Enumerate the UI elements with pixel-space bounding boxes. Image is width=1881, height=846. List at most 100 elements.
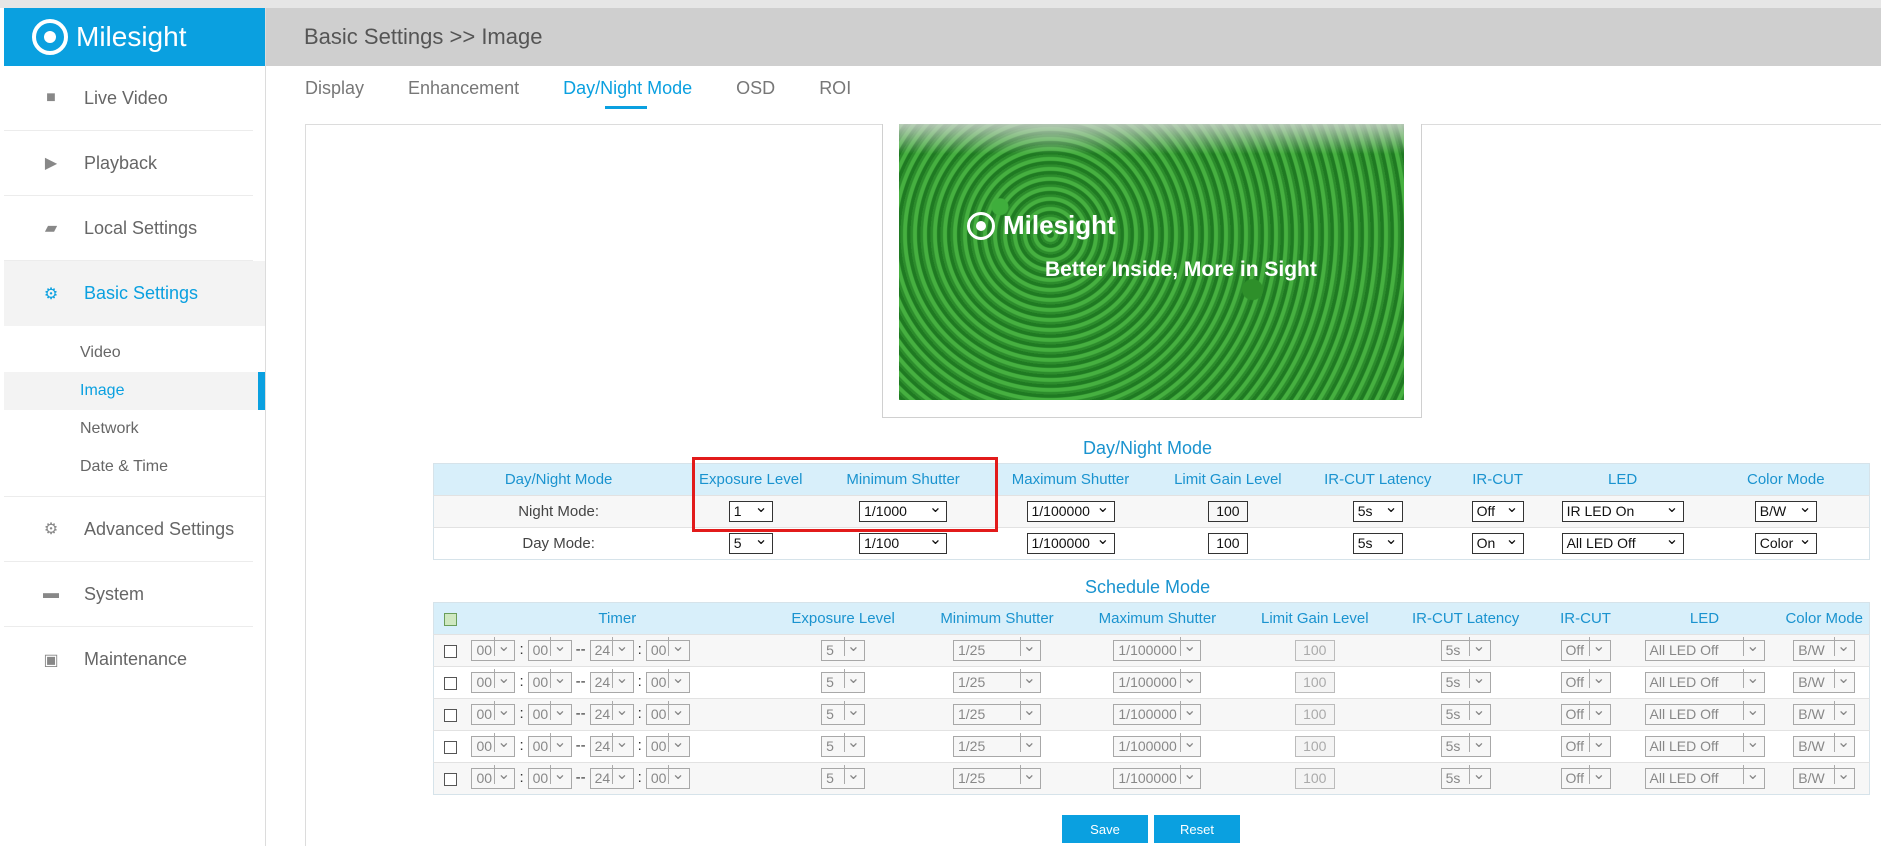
schedule-exposure-select[interactable]: 5 xyxy=(821,669,866,693)
day-exposure-select[interactable]: 5 xyxy=(728,530,773,554)
end-hour-select[interactable]: 24 xyxy=(589,733,634,757)
schedule-row-checkbox[interactable] xyxy=(444,708,458,722)
schedule-row-checkbox[interactable] xyxy=(444,740,458,754)
tab-enhancement[interactable]: Enhancement xyxy=(408,78,519,109)
day-max-shutter-select[interactable]: 1/100000 xyxy=(1026,530,1115,554)
night-latency-select[interactable]: 5s xyxy=(1352,498,1403,522)
tab-roi[interactable]: ROI xyxy=(819,78,851,109)
select-all-checkbox[interactable] xyxy=(444,612,458,626)
schedule-max-shutter-select[interactable]: 1/100000 xyxy=(1113,669,1202,693)
end-hour-select[interactable]: 24 xyxy=(589,637,634,661)
schedule-color-select[interactable]: B/W xyxy=(1793,733,1856,757)
night-color-select[interactable]: B/W xyxy=(1754,498,1817,522)
end-hour-select[interactable]: 24 xyxy=(589,765,634,789)
night-led-select[interactable]: IR LED On xyxy=(1561,498,1684,522)
schedule-color-select[interactable]: B/W xyxy=(1793,701,1856,725)
reset-button[interactable]: Reset xyxy=(1154,815,1240,843)
start-minute-select[interactable]: 00 xyxy=(527,701,572,725)
schedule-gain-input[interactable]: 100 xyxy=(1294,640,1335,661)
day-latency-select[interactable]: 5s xyxy=(1352,530,1403,554)
day-min-shutter-select[interactable]: 1/100 xyxy=(859,530,948,554)
schedule-led-select[interactable]: All LED Off xyxy=(1644,669,1765,693)
submenu-item-date-time[interactable]: Date & Time xyxy=(4,448,265,486)
sidebar-item-local-settings[interactable]: ▰ Local Settings xyxy=(4,196,253,261)
end-hour-select[interactable]: 24 xyxy=(589,701,634,725)
submenu-item-network[interactable]: Network xyxy=(4,410,265,448)
schedule-latency-select[interactable]: 5s xyxy=(1440,733,1491,757)
schedule-latency-select[interactable]: 5s xyxy=(1440,669,1491,693)
night-ircut-select[interactable]: Off xyxy=(1471,498,1524,522)
schedule-row-checkbox[interactable] xyxy=(444,644,458,658)
start-minute-select[interactable]: 00 xyxy=(527,669,572,693)
start-hour-select[interactable]: 00 xyxy=(471,669,516,693)
schedule-ircut-select[interactable]: Off xyxy=(1560,733,1611,757)
start-minute-select[interactable]: 00 xyxy=(527,733,572,757)
tab-day-night-mode[interactable]: Day/Night Mode xyxy=(563,78,692,109)
night-max-shutter-select[interactable]: 1/100000 xyxy=(1026,498,1115,522)
submenu-item-image[interactable]: Image xyxy=(4,372,265,410)
end-minute-select[interactable]: 00 xyxy=(645,733,690,757)
end-minute-select[interactable]: 00 xyxy=(645,765,690,789)
schedule-min-shutter-select[interactable]: 1/25 xyxy=(953,765,1041,789)
schedule-gain-input[interactable]: 100 xyxy=(1294,704,1335,725)
schedule-led-select[interactable]: All LED Off xyxy=(1644,733,1765,757)
schedule-max-shutter-select[interactable]: 1/100000 xyxy=(1113,637,1202,661)
sidebar-item-system[interactable]: ▬ System xyxy=(4,562,253,627)
schedule-exposure-select[interactable]: 5 xyxy=(821,701,866,725)
day-ircut-select[interactable]: On xyxy=(1471,530,1524,554)
day-gain-input[interactable]: 100 xyxy=(1207,533,1248,554)
schedule-max-shutter-select[interactable]: 1/100000 xyxy=(1113,701,1202,725)
schedule-exposure-select[interactable]: 5 xyxy=(821,733,866,757)
start-hour-select[interactable]: 00 xyxy=(471,765,516,789)
schedule-exposure-select[interactable]: 5 xyxy=(821,637,866,661)
schedule-gain-input[interactable]: 100 xyxy=(1294,768,1335,789)
start-hour-select[interactable]: 00 xyxy=(471,637,516,661)
schedule-ircut-select[interactable]: Off xyxy=(1560,701,1611,725)
day-led-select[interactable]: All LED Off xyxy=(1561,530,1684,554)
sidebar-item-playback[interactable]: ▶ Playback xyxy=(4,131,253,196)
schedule-ircut-select[interactable]: Off xyxy=(1560,765,1611,789)
schedule-gain-input[interactable]: 100 xyxy=(1294,736,1335,757)
schedule-row-checkbox[interactable] xyxy=(444,772,458,786)
schedule-ircut-select[interactable]: Off xyxy=(1560,669,1611,693)
sidebar-item-advanced-settings[interactable]: ⚙ Advanced Settings xyxy=(4,497,253,562)
schedule-led-select[interactable]: All LED Off xyxy=(1644,701,1765,725)
schedule-color-select[interactable]: B/W xyxy=(1793,669,1856,693)
schedule-color-select[interactable]: B/W xyxy=(1793,637,1856,661)
schedule-min-shutter-select[interactable]: 1/25 xyxy=(953,669,1041,693)
schedule-exposure-select[interactable]: 5 xyxy=(821,765,866,789)
sidebar-item-live-video[interactable]: ■ Live Video xyxy=(4,66,253,131)
start-hour-select[interactable]: 00 xyxy=(471,701,516,725)
schedule-led-select[interactable]: All LED Off xyxy=(1644,637,1765,661)
schedule-gain-input[interactable]: 100 xyxy=(1294,672,1335,693)
col-header: Maximum Shutter xyxy=(988,463,1153,496)
day-color-select[interactable]: Color xyxy=(1754,530,1817,554)
schedule-latency-select[interactable]: 5s xyxy=(1440,637,1491,661)
end-minute-select[interactable]: 00 xyxy=(645,669,690,693)
start-minute-select[interactable]: 00 xyxy=(527,765,572,789)
end-minute-select[interactable]: 00 xyxy=(645,637,690,661)
schedule-color-select[interactable]: B/W xyxy=(1793,765,1856,789)
schedule-min-shutter-select[interactable]: 1/25 xyxy=(953,701,1041,725)
schedule-row-checkbox[interactable] xyxy=(444,676,458,690)
save-button[interactable]: Save xyxy=(1062,815,1148,843)
schedule-max-shutter-select[interactable]: 1/100000 xyxy=(1113,765,1202,789)
schedule-ircut-select[interactable]: Off xyxy=(1560,637,1611,661)
play-icon: ▶ xyxy=(44,155,58,172)
schedule-led-select[interactable]: All LED Off xyxy=(1644,765,1765,789)
schedule-min-shutter-select[interactable]: 1/25 xyxy=(953,733,1041,757)
start-minute-select[interactable]: 00 xyxy=(527,637,572,661)
sidebar-item-basic-settings[interactable]: ⚙ Basic Settings xyxy=(4,261,265,326)
end-hour-select[interactable]: 24 xyxy=(589,669,634,693)
schedule-max-shutter-select[interactable]: 1/100000 xyxy=(1113,733,1202,757)
sidebar-item-maintenance[interactable]: ▣ Maintenance xyxy=(4,627,253,692)
start-hour-select[interactable]: 00 xyxy=(471,733,516,757)
end-minute-select[interactable]: 00 xyxy=(645,701,690,725)
schedule-latency-select[interactable]: 5s xyxy=(1440,765,1491,789)
schedule-latency-select[interactable]: 5s xyxy=(1440,701,1491,725)
submenu-item-video[interactable]: Video xyxy=(4,334,265,372)
tab-display[interactable]: Display xyxy=(305,78,364,109)
night-gain-input[interactable]: 100 xyxy=(1207,501,1248,522)
schedule-min-shutter-select[interactable]: 1/25 xyxy=(953,637,1041,661)
tab-osd[interactable]: OSD xyxy=(736,78,775,109)
